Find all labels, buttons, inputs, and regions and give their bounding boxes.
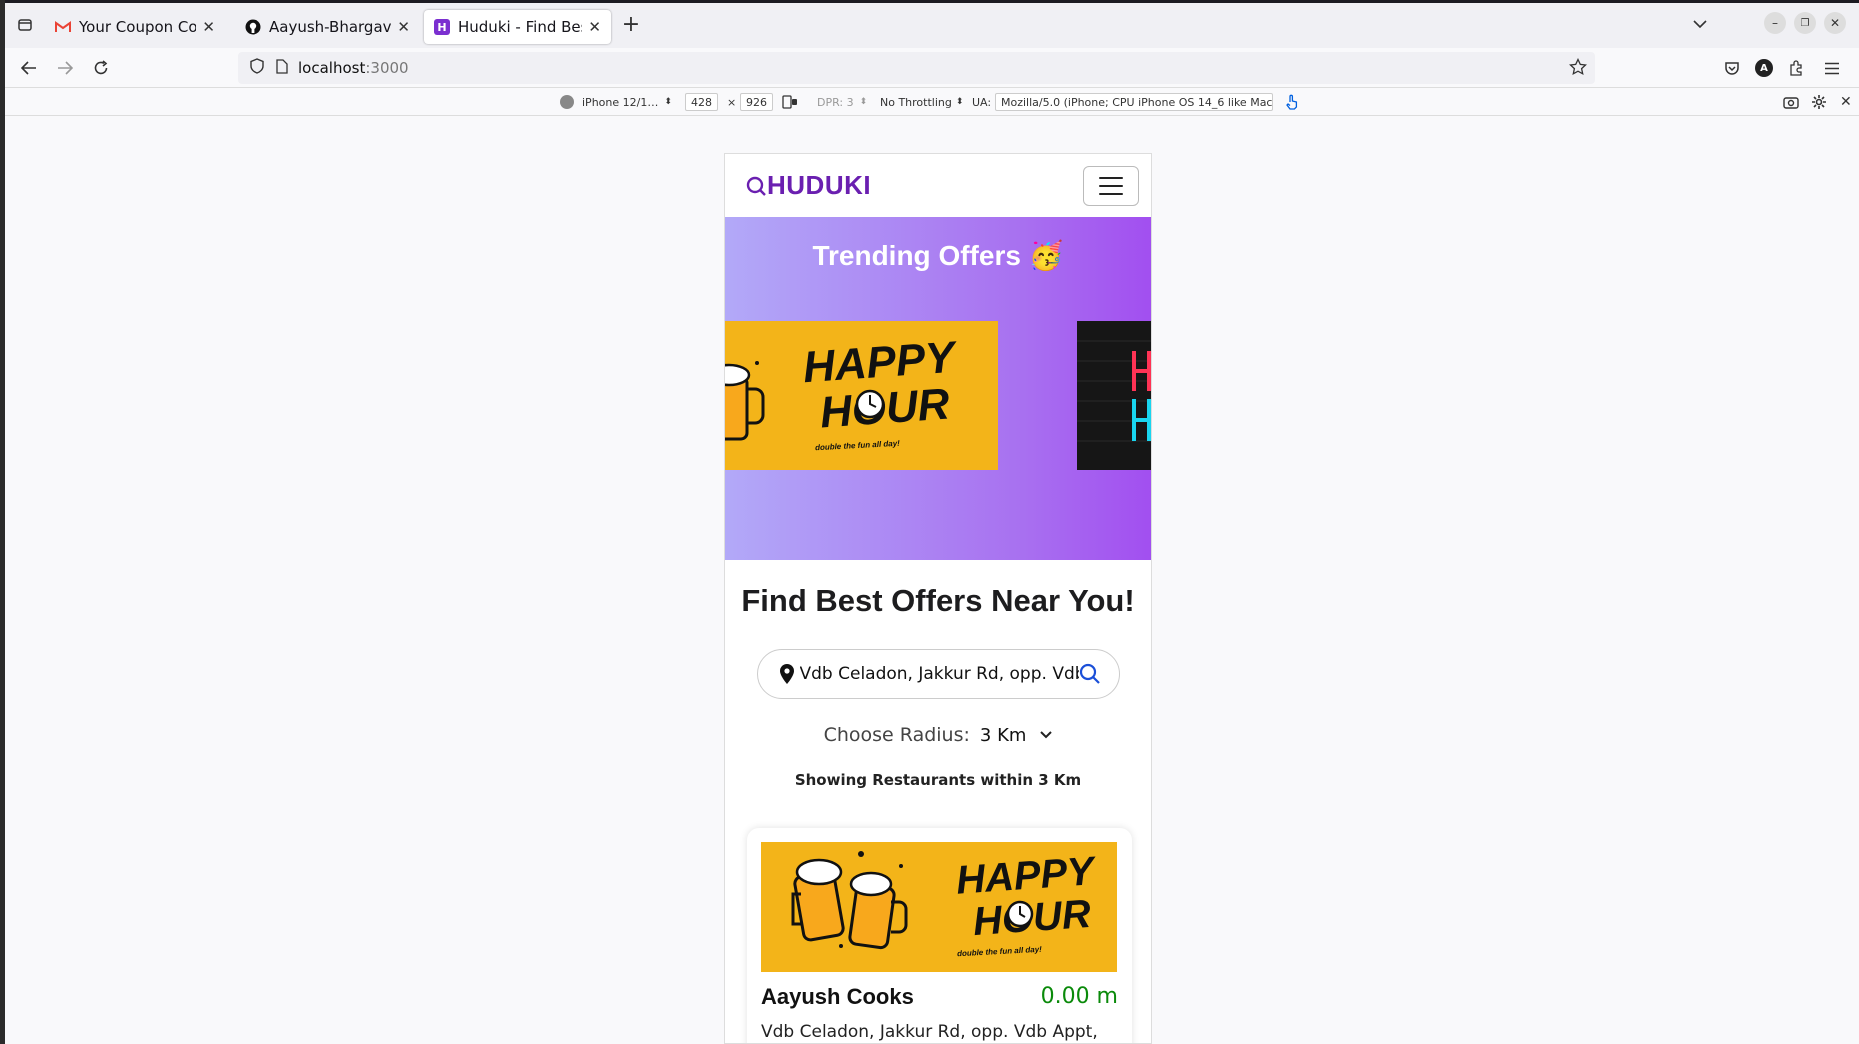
url-host: localhost <box>298 59 366 77</box>
throttling-selector[interactable]: No Throttling ⬍ <box>880 93 963 111</box>
chevron-down-icon[interactable] <box>1040 728 1053 742</box>
device-name: iPhone 12/1… <box>582 95 659 109</box>
url-port: :3000 <box>365 59 409 77</box>
brand-logo[interactable]: HUDUKI <box>745 170 871 201</box>
huduki-icon: H <box>434 19 450 35</box>
account-avatar-icon[interactable]: A <box>1750 54 1778 82</box>
tab-gmail[interactable]: Your Coupon Code - aayus ✕ <box>45 10 225 44</box>
list-all-tabs-icon[interactable] <box>1686 10 1714 38</box>
hamburger-line <box>1099 184 1123 187</box>
trending-offers-section: Trending Offers 🥳 HAPPY HOUR double the … <box>725 217 1151 560</box>
tab-title: Your Coupon Code - aayus <box>79 18 197 36</box>
page-icon <box>276 58 288 78</box>
restaurant-address: Vdb Celadon, Jakkur Rd, opp. Vdb Appt, <box>761 1022 1098 1042</box>
shield-icon <box>250 58 264 78</box>
menu-icon[interactable] <box>1818 54 1846 82</box>
updown-icon: ⬍ <box>955 97 964 107</box>
tab-github[interactable]: Aayush-Bhargav/Huduki-F ✕ <box>235 10 420 44</box>
find-offers-heading: Find Best Offers Near You! <box>741 583 1135 618</box>
offer-slide-happy-hour[interactable]: HAPPY HOUR double the fun all day! <box>725 321 998 470</box>
tab-list-icon[interactable] <box>11 11 39 39</box>
device-icon <box>560 95 574 109</box>
hamburger-line <box>1099 192 1123 195</box>
dpr-selector[interactable]: DPR: 3 ⬍ <box>817 93 867 111</box>
restaurant-name: Aayush Cooks <box>761 984 914 1009</box>
happy-hour-tagline: double the fun all day! <box>814 438 901 453</box>
touch-simulation-icon[interactable] <box>1285 93 1299 111</box>
beer-mug-icon <box>725 361 765 441</box>
trending-title: Trending Offers 🥳 <box>812 240 1064 271</box>
forward-button[interactable] <box>51 54 79 82</box>
extensions-icon[interactable] <box>1782 54 1810 82</box>
beer-mugs-icon <box>791 851 908 950</box>
rotate-icon[interactable] <box>782 93 798 111</box>
back-button[interactable] <box>15 54 43 82</box>
app-header: HUDUKI <box>725 154 1151 217</box>
hamburger-menu-button[interactable] <box>1083 165 1139 206</box>
close-rdm-icon[interactable]: ✕ <box>1840 93 1852 111</box>
minimize-button[interactable]: – <box>1764 12 1786 34</box>
hamburger-line <box>1099 176 1123 179</box>
height-input[interactable]: 926 <box>740 93 773 111</box>
dpr-value: DPR: 3 <box>817 95 854 109</box>
restaurant-offer-image: HAPPY HOUR double the fun all day! <box>761 842 1117 972</box>
settings-gear-icon[interactable] <box>1811 93 1827 111</box>
radius-selector-row: Choose Radius: 3 Km <box>725 724 1151 746</box>
close-icon[interactable]: ✕ <box>588 18 601 36</box>
browser-tab-bar: Your Coupon Code - aayus ✕ Aayush-Bharga… <box>5 0 1859 48</box>
bookmark-star-icon[interactable] <box>1569 57 1587 80</box>
page-viewport: HUDUKI Trending Offers 🥳 HAPPY HOUR doub… <box>5 116 1859 1044</box>
mobile-device-frame: HUDUKI Trending Offers 🥳 HAPPY HOUR doub… <box>724 153 1152 1044</box>
tab-title: Huduki - Find Best Offers <box>458 18 582 36</box>
height-value: 926 <box>740 93 773 111</box>
offer-slide-neon[interactable] <box>1077 321 1151 470</box>
browser-nav-bar: localhost:3000 A <box>5 48 1859 88</box>
brand-name: HUDUKI <box>767 170 872 200</box>
screenshot-icon[interactable] <box>1783 93 1799 111</box>
location-value: Vdb Celadon, Jakkur Rd, opp. Vdb Appt, <box>799 664 1079 684</box>
tab-huduki[interactable]: H Huduki - Find Best Offers ✕ <box>424 10 611 44</box>
restaurant-distance: 0.00 m <box>1040 984 1118 1009</box>
updown-icon: ⬍ <box>664 97 672 107</box>
dimension-separator: × <box>727 95 737 109</box>
neon-sign-icon <box>1077 340 1151 442</box>
location-search-input[interactable]: Vdb Celadon, Jakkur Rd, opp. Vdb Appt, <box>756 649 1120 699</box>
device-selector[interactable]: iPhone 12/1… ⬍ <box>560 93 672 111</box>
restore-button[interactable]: ❐ <box>1794 12 1816 34</box>
search-logo-icon <box>746 176 766 196</box>
responsive-design-toolbar: iPhone 12/1… ⬍ 428 × 926 DPR: 3 ⬍ No Thro… <box>5 88 1859 116</box>
width-input[interactable]: 428 <box>685 93 718 111</box>
width-value: 428 <box>685 93 718 111</box>
github-icon <box>245 19 261 35</box>
close-icon[interactable]: ✕ <box>202 18 215 36</box>
url-bar[interactable]: localhost:3000 <box>238 52 1595 84</box>
location-pin-icon <box>779 664 794 684</box>
search-icon[interactable] <box>1079 663 1101 685</box>
ua-label: UA: <box>972 95 992 109</box>
user-agent-input[interactable]: Mozilla/5.0 (iPhone; CPU iPhone OS 14_6 … <box>995 93 1273 111</box>
happy-hour-tagline: double the fun all day! <box>956 944 1043 959</box>
gmail-icon <box>55 19 71 35</box>
radius-label: Choose Radius: <box>823 724 970 746</box>
reload-button[interactable] <box>87 54 115 82</box>
restaurant-card[interactable]: HAPPY HOUR double the fun all day! Aayus… <box>747 828 1132 1043</box>
close-icon[interactable]: ✕ <box>397 18 410 36</box>
tab-title: Aayush-Bhargav/Huduki-F <box>269 18 392 36</box>
showing-restaurants-text: Showing Restaurants within 3 Km <box>794 771 1082 789</box>
throttling-value: No Throttling <box>880 95 952 109</box>
pocket-icon[interactable] <box>1718 54 1746 82</box>
clock-icon <box>855 389 885 419</box>
new-tab-button[interactable]: + <box>617 10 645 38</box>
updown-icon: ⬍ <box>859 97 868 107</box>
radius-select[interactable]: 3 Km <box>980 725 1027 746</box>
close-window-button[interactable]: ✕ <box>1824 12 1846 34</box>
ua-value: Mozilla/5.0 (iPhone; CPU iPhone OS 14_6 … <box>995 93 1273 111</box>
clock-icon <box>1006 900 1034 928</box>
